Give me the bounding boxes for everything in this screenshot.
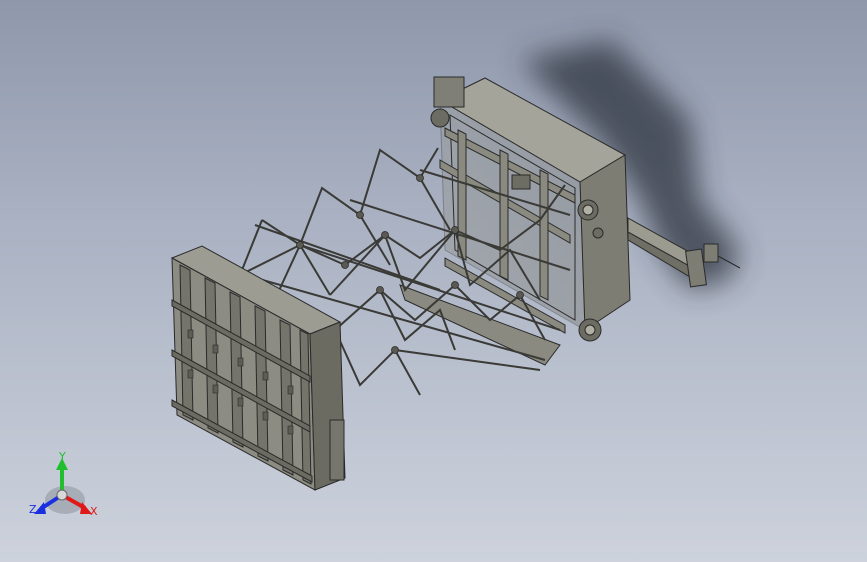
triad-y-label: Y [59, 450, 66, 463]
triad-z-label: Z [29, 503, 37, 516]
coordinate-triad [34, 458, 92, 514]
cad-graphics-viewport[interactable]: Y X Z [0, 0, 867, 562]
model-view[interactable] [0, 0, 867, 562]
front-frame[interactable] [170, 245, 346, 491]
triad-x-label: X [90, 505, 98, 518]
